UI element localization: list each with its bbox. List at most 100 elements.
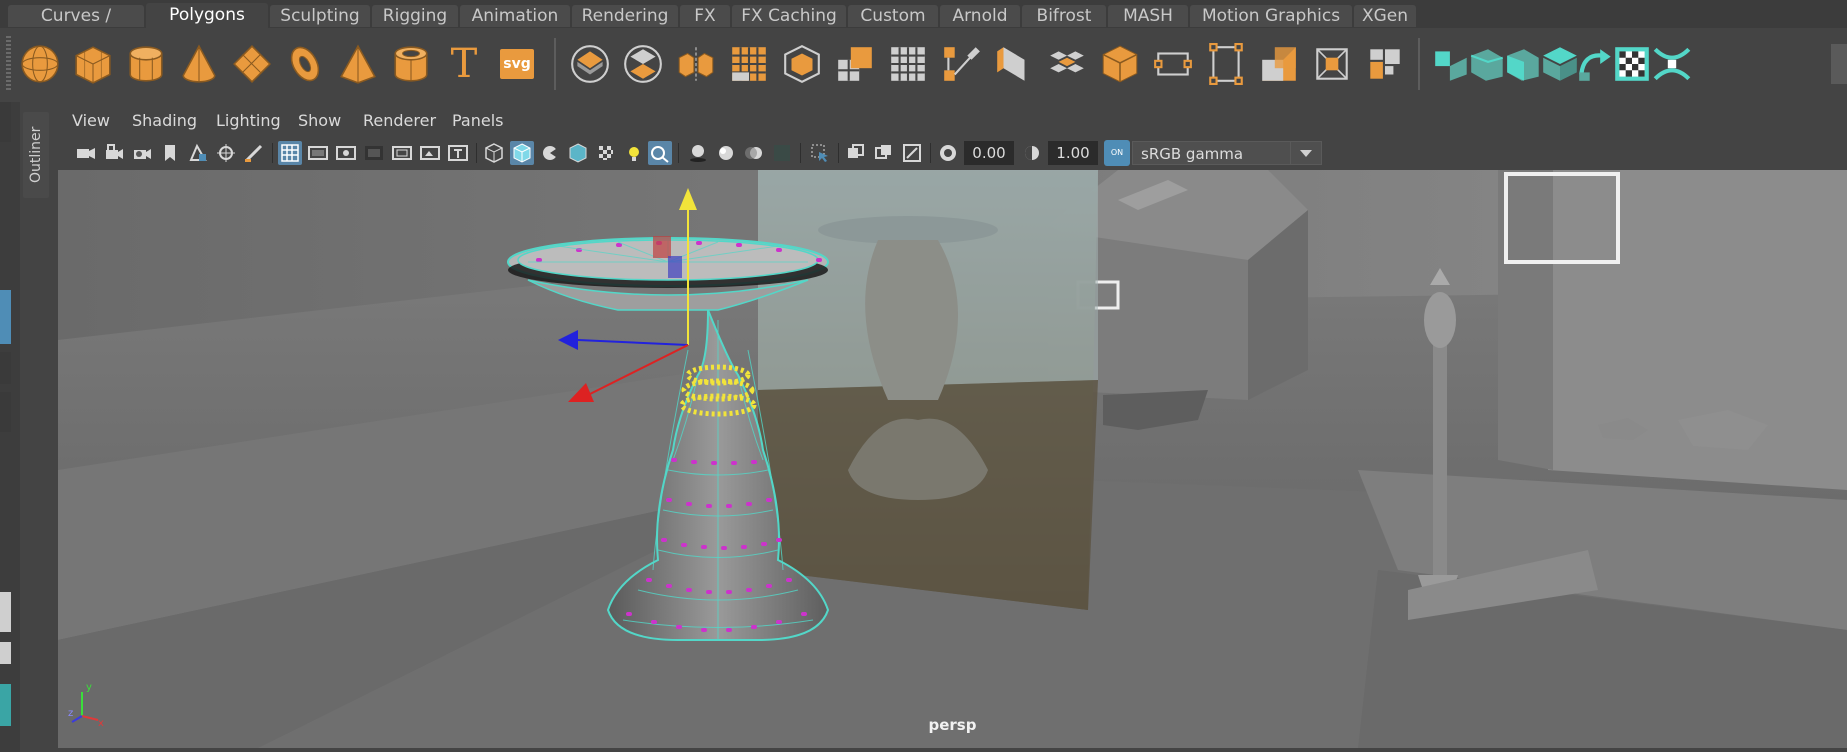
safe-action-icon[interactable] <box>418 141 442 165</box>
camera-attributes-icon[interactable] <box>130 141 154 165</box>
wireframe-icon[interactable] <box>482 141 506 165</box>
polygon-shelf: T svg <box>0 28 1847 100</box>
target-weld-icon[interactable] <box>1045 42 1089 86</box>
xray-icon[interactable] <box>594 141 618 165</box>
view-transform-select[interactable]: sRGB gamma <box>1132 141 1292 165</box>
layout-four[interactable] <box>0 642 11 664</box>
tool-lasso[interactable] <box>0 352 11 384</box>
2d-pan-zoom-icon[interactable] <box>214 141 238 165</box>
automatic-uv-icon[interactable] <box>1257 42 1301 86</box>
poly-torus-icon[interactable] <box>283 42 327 86</box>
combine-icon[interactable] <box>568 42 612 86</box>
grease-pencil-icon[interactable] <box>242 141 266 165</box>
tab-polygons[interactable]: Polygons <box>146 3 268 28</box>
field-chart-icon[interactable] <box>390 141 414 165</box>
poly-plane-icon[interactable] <box>230 42 274 86</box>
planar-uv-icon[interactable] <box>1204 42 1248 86</box>
ambient-occlusion-icon[interactable] <box>714 141 738 165</box>
tab-motion-graphics[interactable]: Motion Graphics <box>1190 5 1352 27</box>
select-highlight-icon[interactable] <box>808 141 832 165</box>
color-management-toggle[interactable]: ON <box>1104 140 1130 166</box>
shelf-scrollbar[interactable] <box>1831 44 1847 84</box>
tab-animation[interactable]: Animation <box>460 5 570 27</box>
image-plane-icon[interactable] <box>186 141 210 165</box>
bridge-icon[interactable] <box>939 42 983 86</box>
menu-panels[interactable]: Panels <box>452 111 504 130</box>
3d-viewport[interactable]: y x z persp <box>58 170 1847 748</box>
gate-mask-icon[interactable] <box>362 141 386 165</box>
gamma-field[interactable]: 1.00 <box>1048 141 1098 165</box>
menu-shading[interactable]: Shading <box>132 111 197 130</box>
hud-icon[interactable] <box>872 141 896 165</box>
film-gate-icon[interactable] <box>306 141 330 165</box>
outliner-tab[interactable]: Outliner <box>23 112 49 198</box>
extrude-icon[interactable] <box>833 42 877 86</box>
checker-icon[interactable] <box>1610 42 1654 86</box>
uv-layout-icon[interactable] <box>1363 42 1407 86</box>
poly-sphere-icon[interactable] <box>18 42 62 86</box>
pivot-icon[interactable] <box>900 141 924 165</box>
exposure-field[interactable]: 0.00 <box>964 141 1014 165</box>
circularize-icon[interactable] <box>1151 42 1195 86</box>
shelf-handle[interactable] <box>6 36 11 92</box>
toolbar-separator <box>476 143 477 163</box>
svg-icon[interactable]: svg <box>495 42 539 86</box>
menu-view[interactable]: View <box>72 111 110 130</box>
shadows-icon[interactable] <box>686 141 710 165</box>
lights-icon[interactable] <box>622 141 646 165</box>
tab-fx[interactable]: FX <box>680 5 730 27</box>
multi-cut-icon[interactable] <box>992 42 1036 86</box>
sym-icon[interactable] <box>1650 42 1694 86</box>
gamma-icon[interactable] <box>1020 141 1044 165</box>
tool-paint[interactable] <box>0 392 11 432</box>
tool-select-active[interactable] <box>0 290 11 344</box>
tab-xgen[interactable]: XGen <box>1354 5 1416 27</box>
poly-pyramid-icon[interactable] <box>336 42 380 86</box>
lock-camera-icon[interactable] <box>102 141 126 165</box>
exposure-icon[interactable] <box>936 141 960 165</box>
select-camera-icon[interactable] <box>74 141 98 165</box>
tab-custom[interactable]: Custom <box>848 5 938 27</box>
layout-single[interactable] <box>0 592 11 632</box>
layout-custom[interactable] <box>0 684 11 726</box>
tab-fx-caching[interactable]: FX Caching <box>732 5 846 27</box>
poly-cube-icon[interactable] <box>71 42 115 86</box>
separate-icon[interactable] <box>621 42 665 86</box>
poly-cone-icon[interactable] <box>177 42 221 86</box>
panel-toolbar: 0.00 1.00 ON sRGB gamma <box>58 138 1847 168</box>
antialiasing-icon[interactable] <box>770 141 794 165</box>
menu-show[interactable]: Show <box>298 111 341 130</box>
poly-cylinder-icon[interactable] <box>124 42 168 86</box>
tab-mash[interactable]: MASH <box>1108 5 1188 27</box>
safe-title-icon[interactable] <box>446 141 470 165</box>
menu-lighting[interactable]: Lighting <box>216 111 281 130</box>
tab-arnold[interactable]: Arnold <box>940 5 1020 27</box>
depth-of-field-icon[interactable] <box>844 141 868 165</box>
poly-pipe-icon[interactable] <box>389 42 433 86</box>
bevel-icon[interactable] <box>886 42 930 86</box>
resolution-gate-icon[interactable] <box>334 141 358 165</box>
motion-blur-icon[interactable] <box>742 141 766 165</box>
tab-bifrost[interactable]: Bifrost <box>1022 5 1106 27</box>
wireframe-on-shaded-icon[interactable] <box>566 141 590 165</box>
chevron-down-icon[interactable] <box>1290 141 1322 165</box>
tab-sculpting[interactable]: Sculpting <box>270 5 370 27</box>
smooth-icon[interactable] <box>727 42 771 86</box>
tab-rendering[interactable]: Rendering <box>572 5 678 27</box>
bookmark-icon[interactable] <box>158 141 182 165</box>
toolbar-separator <box>678 143 679 163</box>
tab-curves-surfaces[interactable]: Curves / Surfaces <box>8 5 144 48</box>
tab-rigging[interactable]: Rigging <box>372 5 458 27</box>
default-material-icon[interactable] <box>538 141 562 165</box>
uv-editor-icon[interactable] <box>1310 42 1354 86</box>
shelf-tab-bar: Curves / Surfaces Polygons Sculpting Rig… <box>0 0 1847 48</box>
toolbox-grip[interactable] <box>0 102 11 142</box>
insert-loop-icon[interactable] <box>1098 42 1142 86</box>
mirror-icon[interactable] <box>674 42 718 86</box>
poly-type-icon[interactable]: T <box>442 41 486 87</box>
menu-renderer[interactable]: Renderer <box>363 111 436 130</box>
average-icon[interactable] <box>780 42 824 86</box>
isolate-select-icon[interactable] <box>648 141 672 165</box>
grid-icon[interactable] <box>278 141 302 165</box>
smooth-shade-icon[interactable] <box>510 141 534 165</box>
